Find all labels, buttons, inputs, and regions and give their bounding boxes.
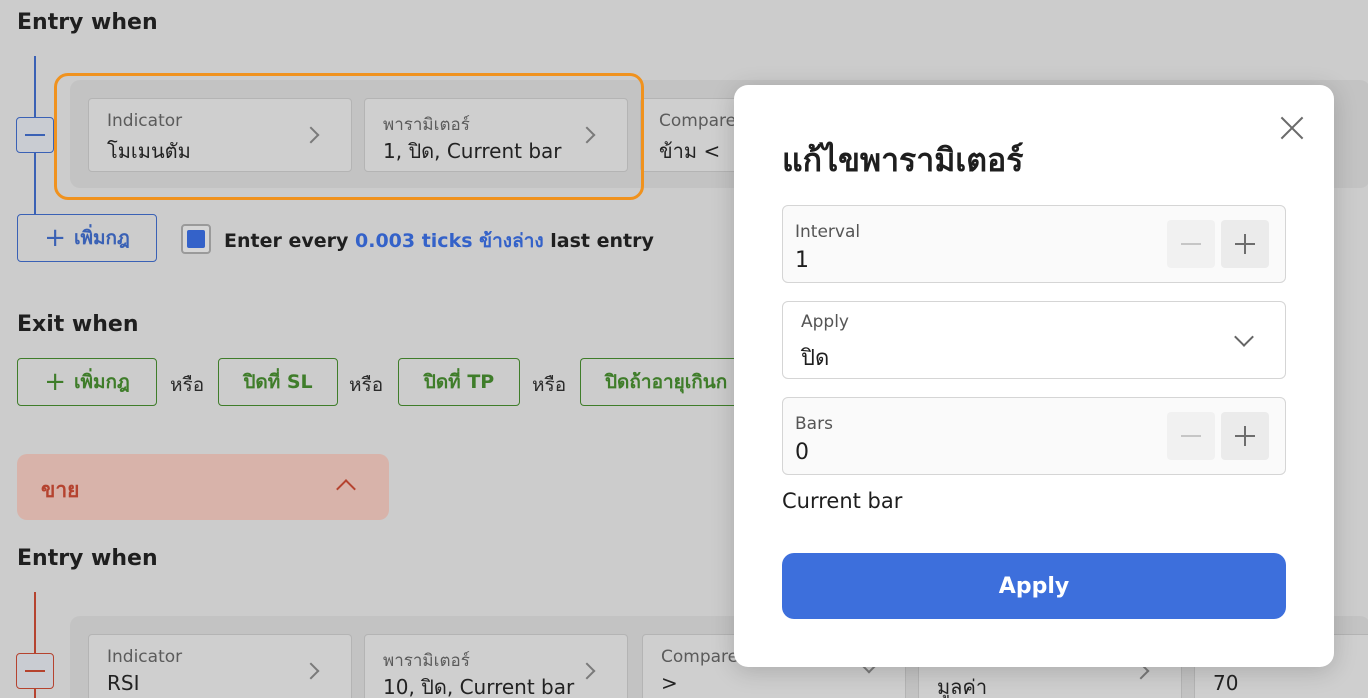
minus-icon	[1181, 243, 1201, 245]
or-label: หรือ	[532, 374, 567, 396]
interval-label: Interval	[795, 222, 861, 242]
sell-indicator-field[interactable]: Indicator RSI	[88, 634, 352, 698]
plus-icon: +	[44, 223, 66, 253]
value-type-value: มูลค่า	[937, 675, 988, 698]
add-rule-label: เพิ่มกฎ	[73, 227, 130, 249]
interval-decrement-button[interactable]	[1167, 220, 1215, 268]
modal-title: แก้ไขพารามิเตอร์	[782, 141, 1024, 179]
interval-field[interactable]: Interval 1	[782, 205, 1286, 283]
enter-every-prefix: Enter every	[224, 230, 349, 252]
interval-value[interactable]: 1	[795, 248, 809, 273]
bars-label: Bars	[795, 414, 833, 434]
add-rule-button[interactable]: + เพิ่มกฎ	[17, 214, 157, 262]
sell-section-header[interactable]: ขาย	[17, 454, 389, 520]
params-value: 10, ปิด, Current bar	[383, 675, 575, 698]
remove-sell-rule-button[interactable]	[16, 653, 54, 689]
compare-value: ข้าม <	[659, 139, 721, 163]
exit-sl-button[interactable]: ปิดที่ SL	[218, 358, 338, 406]
exit-add-rule-button[interactable]: + เพิ่มกฎ	[17, 358, 157, 406]
indicator-label: Indicator	[107, 647, 183, 667]
exit-add-rule-label: เพิ่มกฎ	[73, 371, 130, 393]
or-label: หรือ	[170, 374, 205, 396]
exit-tp-button[interactable]: ปิดที่ TP	[398, 358, 520, 406]
chevron-up-icon	[336, 479, 356, 499]
bars-value[interactable]: 0	[795, 440, 809, 465]
sell-params-field[interactable]: พารามิเตอร์ 10, ปิด, Current bar	[364, 634, 628, 698]
edit-params-modal: แก้ไขพารามิเตอร์ Interval 1 Apply ปิด Ba…	[734, 85, 1334, 667]
compare-value: >	[661, 671, 678, 695]
remove-rule-button[interactable]	[16, 117, 54, 153]
params-label: พารามิเตอร์	[383, 651, 470, 671]
enter-every-checkbox[interactable]	[181, 224, 211, 254]
exit-heading: Exit when	[17, 312, 139, 337]
chevron-right-icon	[302, 662, 320, 680]
number-value: 70	[1213, 671, 1239, 695]
selected-rule-highlight	[54, 73, 644, 200]
enter-every-text: Enter every 0.003 ticks ข้างล่าง last en…	[224, 226, 654, 256]
minus-icon	[1181, 435, 1201, 437]
apply-button[interactable]: Apply	[782, 553, 1286, 619]
current-bar-text: Current bar	[782, 489, 903, 513]
exit-age-button[interactable]: ปิดถ้าอายุเกินก	[580, 358, 750, 406]
chevron-right-icon	[578, 662, 596, 680]
compare-label: Compare	[661, 647, 739, 667]
exit-tp-label: ปิดที่ TP	[423, 371, 495, 393]
exit-age-label: ปิดถ้าอายุเกินก	[605, 371, 728, 393]
apply-label: Apply	[801, 312, 849, 332]
compare-label: Compare	[659, 111, 737, 131]
interval-increment-button[interactable]	[1221, 220, 1269, 268]
ticks-link[interactable]: 0.003 ticks ข้างล่าง	[355, 230, 544, 252]
plus-icon: +	[44, 367, 66, 397]
indicator-value: RSI	[107, 671, 140, 695]
bars-increment-button[interactable]	[1221, 412, 1269, 460]
apply-select[interactable]: Apply ปิด	[782, 301, 1286, 379]
exit-sl-label: ปิดที่ SL	[243, 371, 313, 393]
buy-entry-heading: Entry when	[17, 10, 158, 35]
enter-every-suffix: last entry	[550, 230, 654, 252]
or-label: หรือ	[349, 374, 384, 396]
chevron-down-icon	[1234, 327, 1254, 347]
close-icon[interactable]	[1274, 110, 1310, 146]
sell-entry-heading: Entry when	[17, 546, 158, 571]
bars-decrement-button[interactable]	[1167, 412, 1215, 460]
bars-field[interactable]: Bars 0	[782, 397, 1286, 475]
apply-value: ปิด	[801, 346, 830, 371]
sell-title: ขาย	[41, 478, 80, 502]
